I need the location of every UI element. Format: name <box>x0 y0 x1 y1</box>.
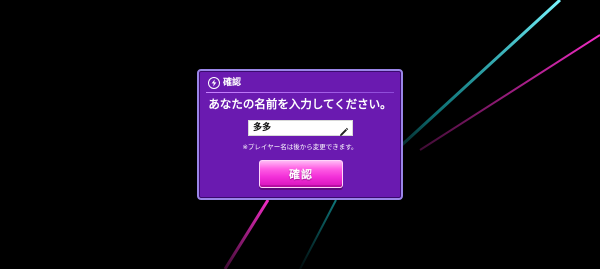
dialog-header: 確認 <box>208 76 241 90</box>
magenta-streak-bottom <box>223 199 270 269</box>
player-name-input[interactable]: 多多 <box>248 120 353 136</box>
player-name-value: 多多 <box>253 123 272 133</box>
cyan-streak-right <box>378 0 562 167</box>
lightning-bolt-icon <box>208 77 220 89</box>
confirm-button-label: 確認 <box>289 168 313 181</box>
pencil-icon[interactable] <box>338 123 349 136</box>
header-divider <box>206 92 394 93</box>
cyan-streak-bottom <box>299 199 337 269</box>
confirm-button[interactable]: 確認 <box>259 160 343 188</box>
dialog-message: あなたの名前を入力してください。 <box>208 97 392 111</box>
magenta-streak-right <box>419 34 600 151</box>
name-change-note: ※プレイヤー名は後から変更できます。 <box>242 143 358 151</box>
dialog-title: 確認 <box>223 78 242 88</box>
name-entry-dialog: 確認 あなたの名前を入力してください。 多多 ※プレイヤー名は後から変更できます… <box>197 69 403 200</box>
